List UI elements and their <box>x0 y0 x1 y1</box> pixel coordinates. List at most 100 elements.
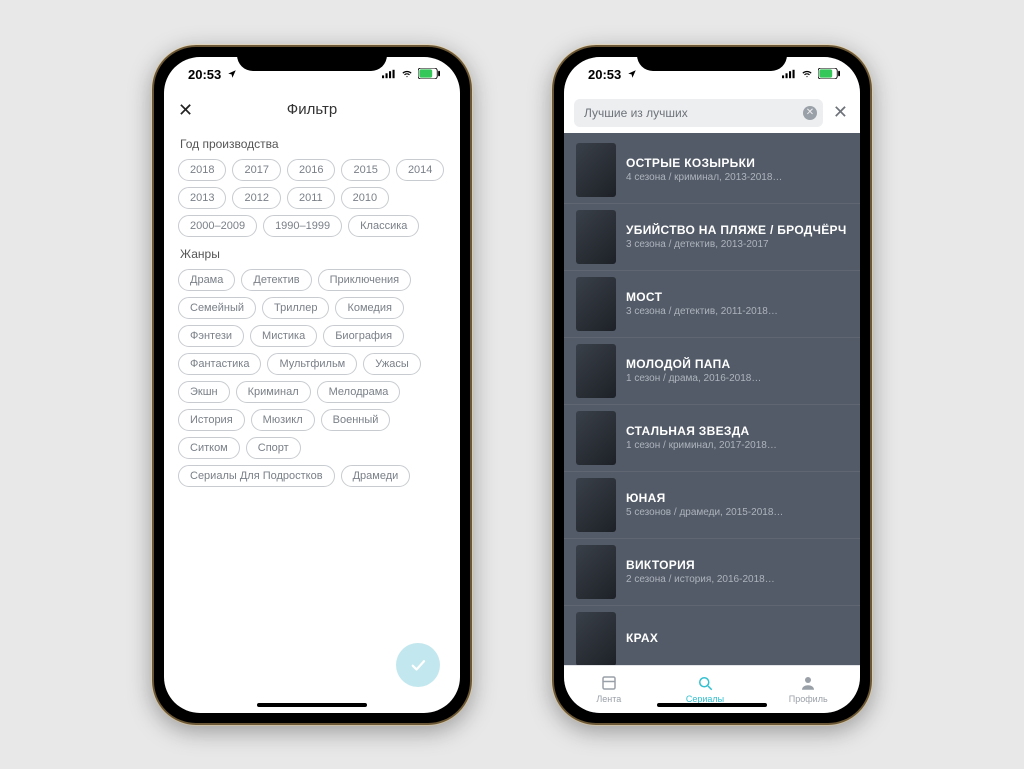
wifi-icon <box>400 67 414 82</box>
series-title: ВИКТОРИЯ <box>626 558 775 572</box>
genre-chip[interactable]: Драма <box>178 269 235 291</box>
genre-chip[interactable]: Мелодрама <box>317 381 401 403</box>
year-chip[interactable]: 2014 <box>396 159 444 181</box>
series-subtitle: 5 сезонов / драмеди, 2015-2018… <box>626 507 783 518</box>
series-title: ОСТРЫЕ КОЗЫРЬКИ <box>626 156 782 170</box>
battery-icon <box>418 67 440 82</box>
genres-section-label: Жанры <box>180 247 446 261</box>
genre-chip[interactable]: Мюзикл <box>251 409 315 431</box>
series-thumbnail <box>576 344 616 398</box>
tab-profile[interactable]: Профиль <box>789 674 828 704</box>
signal-icon <box>782 67 796 82</box>
search-bar: Лучшие из лучших ✕ ✕ <box>564 93 860 133</box>
genre-chip[interactable]: Ужасы <box>363 353 421 375</box>
genre-chip[interactable]: Криминал <box>236 381 311 403</box>
genre-chip[interactable]: Семейный <box>178 297 256 319</box>
list-item[interactable]: МОСТ 3 сезона / детектив, 2011-2018… <box>564 271 860 338</box>
close-icon[interactable]: ✕ <box>829 102 852 123</box>
home-indicator <box>257 703 367 707</box>
year-chip[interactable]: 2011 <box>287 187 335 209</box>
close-icon[interactable]: ✕ <box>178 101 193 119</box>
series-subtitle: 4 сезона / криминал, 2013-2018… <box>626 172 782 183</box>
series-thumbnail <box>576 545 616 599</box>
navbar: ✕ Фильтр <box>164 93 460 127</box>
series-subtitle: 2 сезона / история, 2016-2018… <box>626 574 775 585</box>
series-thumbnail <box>576 411 616 465</box>
year-chip-group: 2018 2017 2016 2015 2014 2013 2012 2011 2010 2000… <box>178 159 446 237</box>
tab-label: Лента <box>596 694 621 704</box>
device-notch <box>237 47 387 71</box>
apply-fab[interactable] <box>396 643 440 687</box>
page-title: Фильтр <box>287 101 337 118</box>
tab-label: Профиль <box>789 694 828 704</box>
genre-chip[interactable]: Комедия <box>335 297 403 319</box>
clear-search-icon[interactable]: ✕ <box>803 106 817 120</box>
list-item[interactable]: СТАЛЬНАЯ ЗВЕЗДА 1 сезон / криминал, 2017-… <box>564 405 860 472</box>
series-thumbnail <box>576 478 616 532</box>
list-item[interactable]: УБИЙСТВО НА ПЛЯЖЕ / БРОДЧЁРЧ 3 сезона / д… <box>564 204 860 271</box>
wifi-icon <box>800 67 814 82</box>
year-chip[interactable]: 2018 <box>178 159 226 181</box>
home-indicator <box>657 703 767 707</box>
tab-feed[interactable]: Лента <box>596 674 621 704</box>
series-thumbnail <box>576 612 616 665</box>
series-thumbnail <box>576 143 616 197</box>
series-title: МОСТ <box>626 290 778 304</box>
list-item[interactable]: КРАХ <box>564 606 860 665</box>
genre-chip[interactable]: Спорт <box>246 437 301 459</box>
tab-series[interactable]: Сериалы <box>686 674 724 704</box>
phone-list: 20:53 Лучшие из лучших ✕ <box>552 45 872 725</box>
signal-icon <box>382 67 396 82</box>
year-chip[interactable]: 2017 <box>232 159 280 181</box>
search-input[interactable]: Лучшие из лучших ✕ <box>574 99 823 127</box>
series-title: УБИЙСТВО НА ПЛЯЖЕ / БРОДЧЁРЧ <box>626 223 847 237</box>
year-chip[interactable]: 2015 <box>341 159 389 181</box>
series-thumbnail <box>576 277 616 331</box>
series-subtitle: 1 сезон / драма, 2016-2018… <box>626 373 761 384</box>
location-arrow-icon <box>625 67 639 82</box>
series-title: КРАХ <box>626 631 658 645</box>
genre-chip[interactable]: История <box>178 409 245 431</box>
genre-chip[interactable]: Триллер <box>262 297 329 319</box>
year-chip[interactable]: 2010 <box>341 187 389 209</box>
list-item[interactable]: ВИКТОРИЯ 2 сезона / история, 2016-2018… <box>564 539 860 606</box>
series-title: ЮНАЯ <box>626 491 783 505</box>
genre-chip-group: Драма Детектив Приключения Семейный Триллер К… <box>178 269 446 487</box>
genre-chip[interactable]: Военный <box>321 409 391 431</box>
series-subtitle: 1 сезон / криминал, 2017-2018… <box>626 440 777 451</box>
year-chip[interactable]: Классика <box>348 215 419 237</box>
genre-chip[interactable]: Фэнтези <box>178 325 244 347</box>
list-item[interactable]: МОЛОДОЙ ПАПА 1 сезон / драма, 2016-2018… <box>564 338 860 405</box>
genre-chip[interactable]: Биография <box>323 325 404 347</box>
series-title: СТАЛЬНАЯ ЗВЕЗДА <box>626 424 777 438</box>
genre-chip[interactable]: Мультфильм <box>267 353 357 375</box>
series-subtitle: 3 сезона / детектив, 2011-2018… <box>626 306 778 317</box>
list-item[interactable]: ЮНАЯ 5 сезонов / драмеди, 2015-2018… <box>564 472 860 539</box>
search-value: Лучшие из лучших <box>584 106 688 120</box>
year-chip[interactable]: 2016 <box>287 159 335 181</box>
series-subtitle: 3 сезона / детектив, 2013-2017 <box>626 239 847 250</box>
device-notch <box>637 47 787 71</box>
location-arrow-icon <box>225 67 239 82</box>
genre-chip[interactable]: Приключения <box>318 269 412 291</box>
year-chip[interactable]: 2012 <box>232 187 280 209</box>
phone-filter: 20:53 ✕ Фильтр Год прои <box>152 45 472 725</box>
genre-chip[interactable]: Детектив <box>241 269 311 291</box>
genre-chip[interactable]: Сериалы Для Подростков <box>178 465 335 487</box>
genre-chip[interactable]: Фантастика <box>178 353 261 375</box>
genre-chip[interactable]: Мистика <box>250 325 317 347</box>
status-time: 20:53 <box>188 67 221 82</box>
battery-icon <box>818 67 840 82</box>
year-chip[interactable]: 1990–1999 <box>263 215 342 237</box>
series-thumbnail <box>576 210 616 264</box>
status-time: 20:53 <box>588 67 621 82</box>
series-title: МОЛОДОЙ ПАПА <box>626 357 761 371</box>
genre-chip[interactable]: Драмеди <box>341 465 411 487</box>
genre-chip[interactable]: Экшн <box>178 381 230 403</box>
year-section-label: Год производства <box>180 137 446 151</box>
list-item[interactable]: ОСТРЫЕ КОЗЫРЬКИ 4 сезона / криминал, 2013… <box>564 137 860 204</box>
series-list: ОСТРЫЕ КОЗЫРЬКИ 4 сезона / криминал, 2013… <box>564 133 860 665</box>
year-chip[interactable]: 2000–2009 <box>178 215 257 237</box>
year-chip[interactable]: 2013 <box>178 187 226 209</box>
genre-chip[interactable]: Ситком <box>178 437 240 459</box>
